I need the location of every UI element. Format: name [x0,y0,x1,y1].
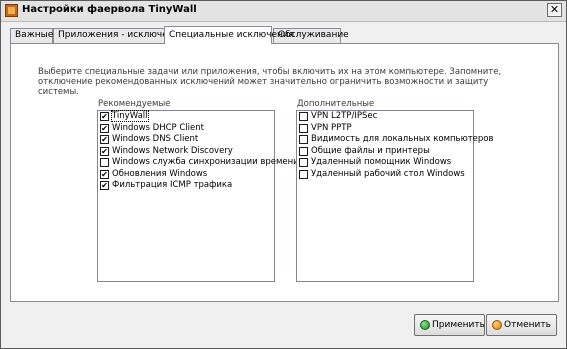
checkbox[interactable]: ✔ [100,146,109,156]
list-item[interactable]: ✔ Windows Network Discovery [98,146,274,158]
checkbox[interactable]: ✔ [100,169,109,179]
list-item[interactable]: Windows служба синхронизации времени [98,157,299,169]
additional-label: Дополнительные [297,99,375,109]
apply-icon [420,320,430,330]
list-item-label: Windows Network Discovery [112,145,233,156]
list-item[interactable]: ✔ Фильтрация ICMP трафика [98,180,274,192]
list-item[interactable]: ✔ TinyWall [98,110,274,123]
apply-button-label: Применить [432,320,485,330]
list-item[interactable]: Видимость для локальных компьютеров [297,134,494,146]
list-item-label: Общие файлы и принтеры [311,145,430,156]
checkbox[interactable] [299,146,308,156]
checkbox[interactable]: ✔ [100,112,109,121]
list-item-label: TinyWall [111,110,149,122]
list-item-label: VPN L2TP/IPSec [311,111,378,121]
window-title: Настройки фаервола TinyWall [22,4,197,15]
cancel-button-label: Отменить [504,320,551,330]
list-item-label: Удаленный помощник Windows [311,157,452,167]
list-item-label: Фильтрация ICMP трафика [112,180,233,190]
list-item-label: Видимость для локальных компьютеров [311,134,494,144]
list-item[interactable]: Удаленный помощник Windows [297,157,473,169]
close-button[interactable]: ✕ [547,3,562,17]
list-item[interactable]: ✔ Windows DNS Client [98,134,274,146]
list-item-label: VPN PPTP [311,122,352,133]
cancel-button[interactable]: Отменить [486,314,557,336]
tab-application-exceptions[interactable]: Приложения - исключения [53,28,185,43]
list-item[interactable]: ✔ Обновления Windows [98,169,274,181]
tab-important[interactable]: Важные [10,28,53,43]
list-item[interactable]: VPN PPTP [297,123,473,135]
list-item-label: Удаленный рабочий стол Windows [311,168,465,179]
apply-button[interactable]: Применить [414,314,485,336]
list-item-label: Windows DHCP Client [112,122,204,133]
checkbox[interactable]: ✔ [100,123,109,133]
firewall-settings-window: Настройки фаервола TinyWall ✕ Важные При… [0,0,567,349]
list-item-label: Windows служба синхронизации времени [112,157,299,167]
checkbox[interactable] [100,158,109,167]
list-item[interactable]: Удаленный рабочий стол Windows [297,169,473,181]
additional-list[interactable]: VPN L2TP/IPSec VPN PPTP Видимость для лока… [296,110,494,282]
list-item[interactable]: ✔ Windows DHCP Client [98,123,274,135]
checkbox[interactable] [299,135,308,144]
recommended-label: Рекомендуемые [98,99,171,109]
checkbox[interactable] [299,158,308,167]
checkbox[interactable]: ✔ [100,135,109,144]
recommended-list[interactable]: ✔ TinyWall ✔ Windows DHCP Client ✔ Windows DN… [97,110,299,282]
list-item[interactable]: VPN L2TP/IPSec [297,111,473,123]
list-item-label: Обновления Windows [112,168,208,179]
list-item-label: Windows DNS Client [112,134,199,144]
list-item[interactable]: Общие файлы и принтеры [297,146,473,158]
instructions-text: Выберите специальные задачи или приложен… [38,67,502,97]
checkbox[interactable]: ✔ [100,181,109,190]
checkbox[interactable] [299,123,308,133]
tab-special-exceptions[interactable]: Специальные исключения [164,26,294,44]
cancel-icon [492,320,502,330]
checkbox[interactable] [299,112,308,121]
title-bar[interactable]: Настройки фаервола TinyWall ✕ [1,1,566,22]
tinywall-app-icon [5,4,18,17]
checkbox[interactable] [299,169,308,179]
special-exceptions-panel: Выберите специальные задачи или приложен… [10,43,559,302]
